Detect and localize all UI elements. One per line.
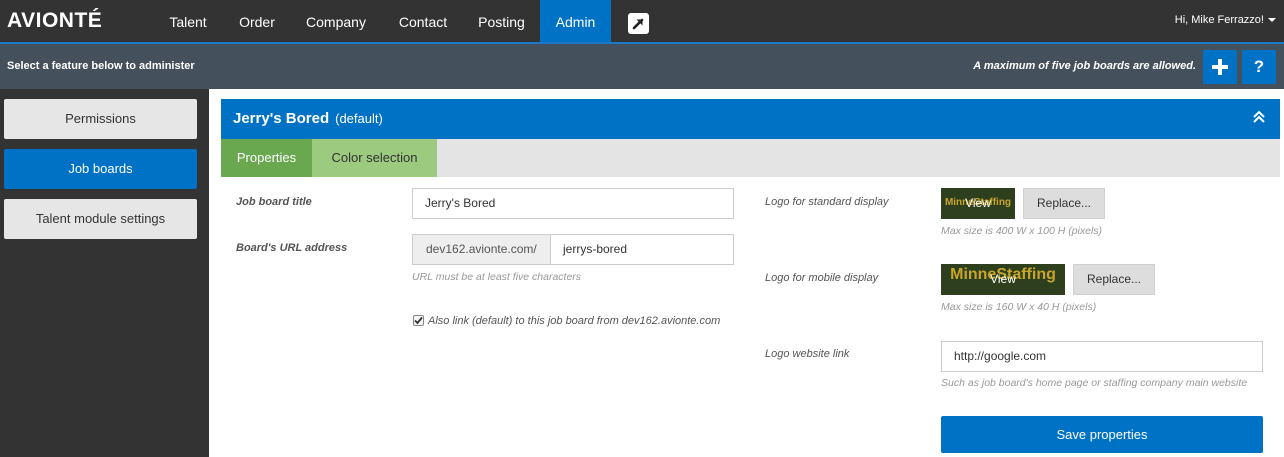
logo-standard-hint: Max size is 400 W x 100 H (pixels) <box>941 225 1103 237</box>
logo-website-link-hint: Such as job board's home page or staffin… <box>941 377 1248 389</box>
logo-standard-view: View <box>965 196 991 210</box>
checkmark-icon <box>414 316 423 325</box>
sidebar-item-job-boards[interactable]: Job boards <box>4 149 197 189</box>
tab-properties[interactable]: Properties <box>221 139 312 177</box>
job-board-limit-notice: A maximum of five job boards are allowed… <box>973 60 1196 72</box>
job-board-title-label: Job board title <box>236 196 312 208</box>
help-button[interactable]: ? <box>1242 50 1276 84</box>
external-link-icon <box>632 18 644 30</box>
sidebar-item-permissions[interactable]: Permissions <box>4 99 197 139</box>
logo-standard-replace-button[interactable]: Replace... <box>1023 188 1105 219</box>
logo-mobile-label: Logo for mobile display <box>765 272 879 284</box>
admin-instruction: Select a feature below to administer <box>7 60 195 72</box>
admin-sidebar: Permissions Job boards Talent module set… <box>0 89 209 457</box>
panel-title: Jerry's Bored (default) <box>233 110 383 127</box>
chevron-double-up-icon[interactable] <box>1252 109 1266 125</box>
logo-standard-thumbnail[interactable]: MinneStaffing View <box>941 188 1015 219</box>
add-job-board-button[interactable] <box>1203 50 1237 84</box>
save-properties-button[interactable]: Save properties <box>941 416 1263 453</box>
nav-tab-contact[interactable]: Contact <box>383 0 463 42</box>
nav-tab-company[interactable]: Company <box>292 0 380 42</box>
panel-tabs: Properties Color selection <box>221 139 1280 177</box>
caret-down-icon <box>1268 18 1276 23</box>
default-tag: (default) <box>335 111 383 126</box>
url-slug-input[interactable]: jerrys-bored <box>550 234 734 265</box>
tab-color-selection[interactable]: Color selection <box>312 139 437 177</box>
external-link-button[interactable] <box>628 13 649 34</box>
logo-mobile-thumbnail[interactable]: MinneStaffing View <box>941 264 1065 295</box>
job-board-name: Jerry's Bored <box>233 110 330 127</box>
top-navbar: AVIONTÉ Talent Order Company Contact Pos… <box>0 0 1284 42</box>
sub-header: Select a feature below to administer A m… <box>0 42 1284 89</box>
logo-mobile-replace-button[interactable]: Replace... <box>1073 264 1155 295</box>
logo-standard-label: Logo for standard display <box>765 196 889 208</box>
job-board-title-input[interactable]: Jerry's Bored <box>412 188 734 219</box>
avionte-logo[interactable]: AVIONTÉ <box>7 9 102 33</box>
url-address-label: Board's URL address <box>236 242 348 254</box>
also-link-checkbox[interactable] <box>413 315 424 326</box>
url-hint: URL must be at least five characters <box>412 271 582 283</box>
user-greeting: Hi, Mike Ferrazzo! <box>1174 14 1264 26</box>
nav-tab-order[interactable]: Order <box>225 0 289 42</box>
logo-website-link-label: Logo website link <box>765 348 850 360</box>
url-prefix: dev162.avionte.com/ <box>412 234 551 265</box>
logo-mobile-hint: Max size is 160 W x 40 H (pixels) <box>941 301 1097 313</box>
job-board-panel-header[interactable]: Jerry's Bored (default) <box>221 99 1280 139</box>
sidebar-item-talent-module-settings[interactable]: Talent module settings <box>4 199 197 239</box>
plus-icon <box>1212 59 1228 75</box>
nav-tab-posting[interactable]: Posting <box>466 0 537 42</box>
logo-website-link-input[interactable]: http://google.com <box>941 341 1263 372</box>
nav-tab-talent[interactable]: Talent <box>155 0 221 42</box>
logo-mobile-view: View <box>990 272 1016 286</box>
user-menu[interactable]: Hi, Mike Ferrazzo! <box>1175 14 1276 26</box>
nav-tab-admin[interactable]: Admin <box>540 0 611 42</box>
also-link-label: Also link (default) to this job board fr… <box>428 315 721 327</box>
